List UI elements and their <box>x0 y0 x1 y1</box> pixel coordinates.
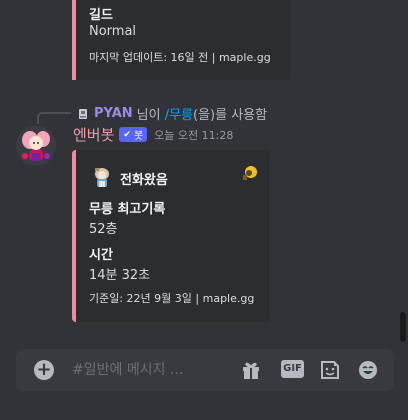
previous-embed: 길드 Normal 마지막 업데이트: 16일 전 | maple.gg <box>72 0 290 80</box>
embed-author-name: 전화왔음 <box>120 172 168 188</box>
message-timestamp[interactable]: 오늘 오전 11:28 <box>154 127 233 143</box>
character-icon <box>95 168 109 187</box>
reply-tail: (을)를 사용함 <box>193 108 268 123</box>
reply-user-avatar-icon <box>79 108 87 119</box>
bot-embed: 전화왔음 무릉 최고기록 52층 시간 14분 32초 기준일: 22년 9월 … <box>72 150 269 322</box>
slash-command-link[interactable]: /무릉 <box>165 104 193 123</box>
message-author[interactable]: 엔버봇 <box>73 124 114 145</box>
embed-field-value: 14분 32초 <box>89 268 151 283</box>
embed-field-value: 52층 <box>89 222 118 237</box>
embed-footer: 기준일: 22년 9월 3일 | maple.gg <box>89 292 255 305</box>
sticker-icon[interactable] <box>319 359 341 381</box>
embed-field-name: 길드 <box>89 8 113 23</box>
embed-field-name: 시간 <box>89 248 113 263</box>
emoji-icon[interactable] <box>357 359 379 381</box>
message-header: 엔버봇 ✔ 봇 오늘 오전 11:28 <box>73 124 233 145</box>
bot-avatar-icon <box>16 126 56 166</box>
bot-badge-label: 봇 <box>133 131 144 142</box>
thumbnail-icon <box>243 166 257 180</box>
message-input[interactable] <box>72 359 222 381</box>
checkmark-icon: ✔ <box>123 129 131 140</box>
command-reply-reference[interactable]: PYAN 님이 /무릉 (을)를 사용함 <box>76 104 267 123</box>
bot-badge: ✔ 봇 <box>119 127 148 142</box>
embed-field-name: 무릉 최고기록 <box>89 202 166 217</box>
embed-field-value: Normal <box>89 24 137 39</box>
embed-footer: 마지막 업데이트: 16일 전 | maple.gg <box>89 51 271 64</box>
add-icon[interactable]: + <box>34 360 54 380</box>
message-composer: + GIF <box>16 349 394 391</box>
reply-spine <box>37 112 71 124</box>
gift-icon[interactable] <box>240 359 262 381</box>
embed-author: 전화왔음 <box>92 167 168 189</box>
avatar[interactable] <box>16 126 56 166</box>
scrollbar-thumb[interactable] <box>400 312 406 342</box>
reply-suffix: 님이 <box>136 108 161 123</box>
reply-username[interactable]: PYAN <box>94 106 133 121</box>
gif-icon[interactable]: GIF <box>281 360 304 378</box>
